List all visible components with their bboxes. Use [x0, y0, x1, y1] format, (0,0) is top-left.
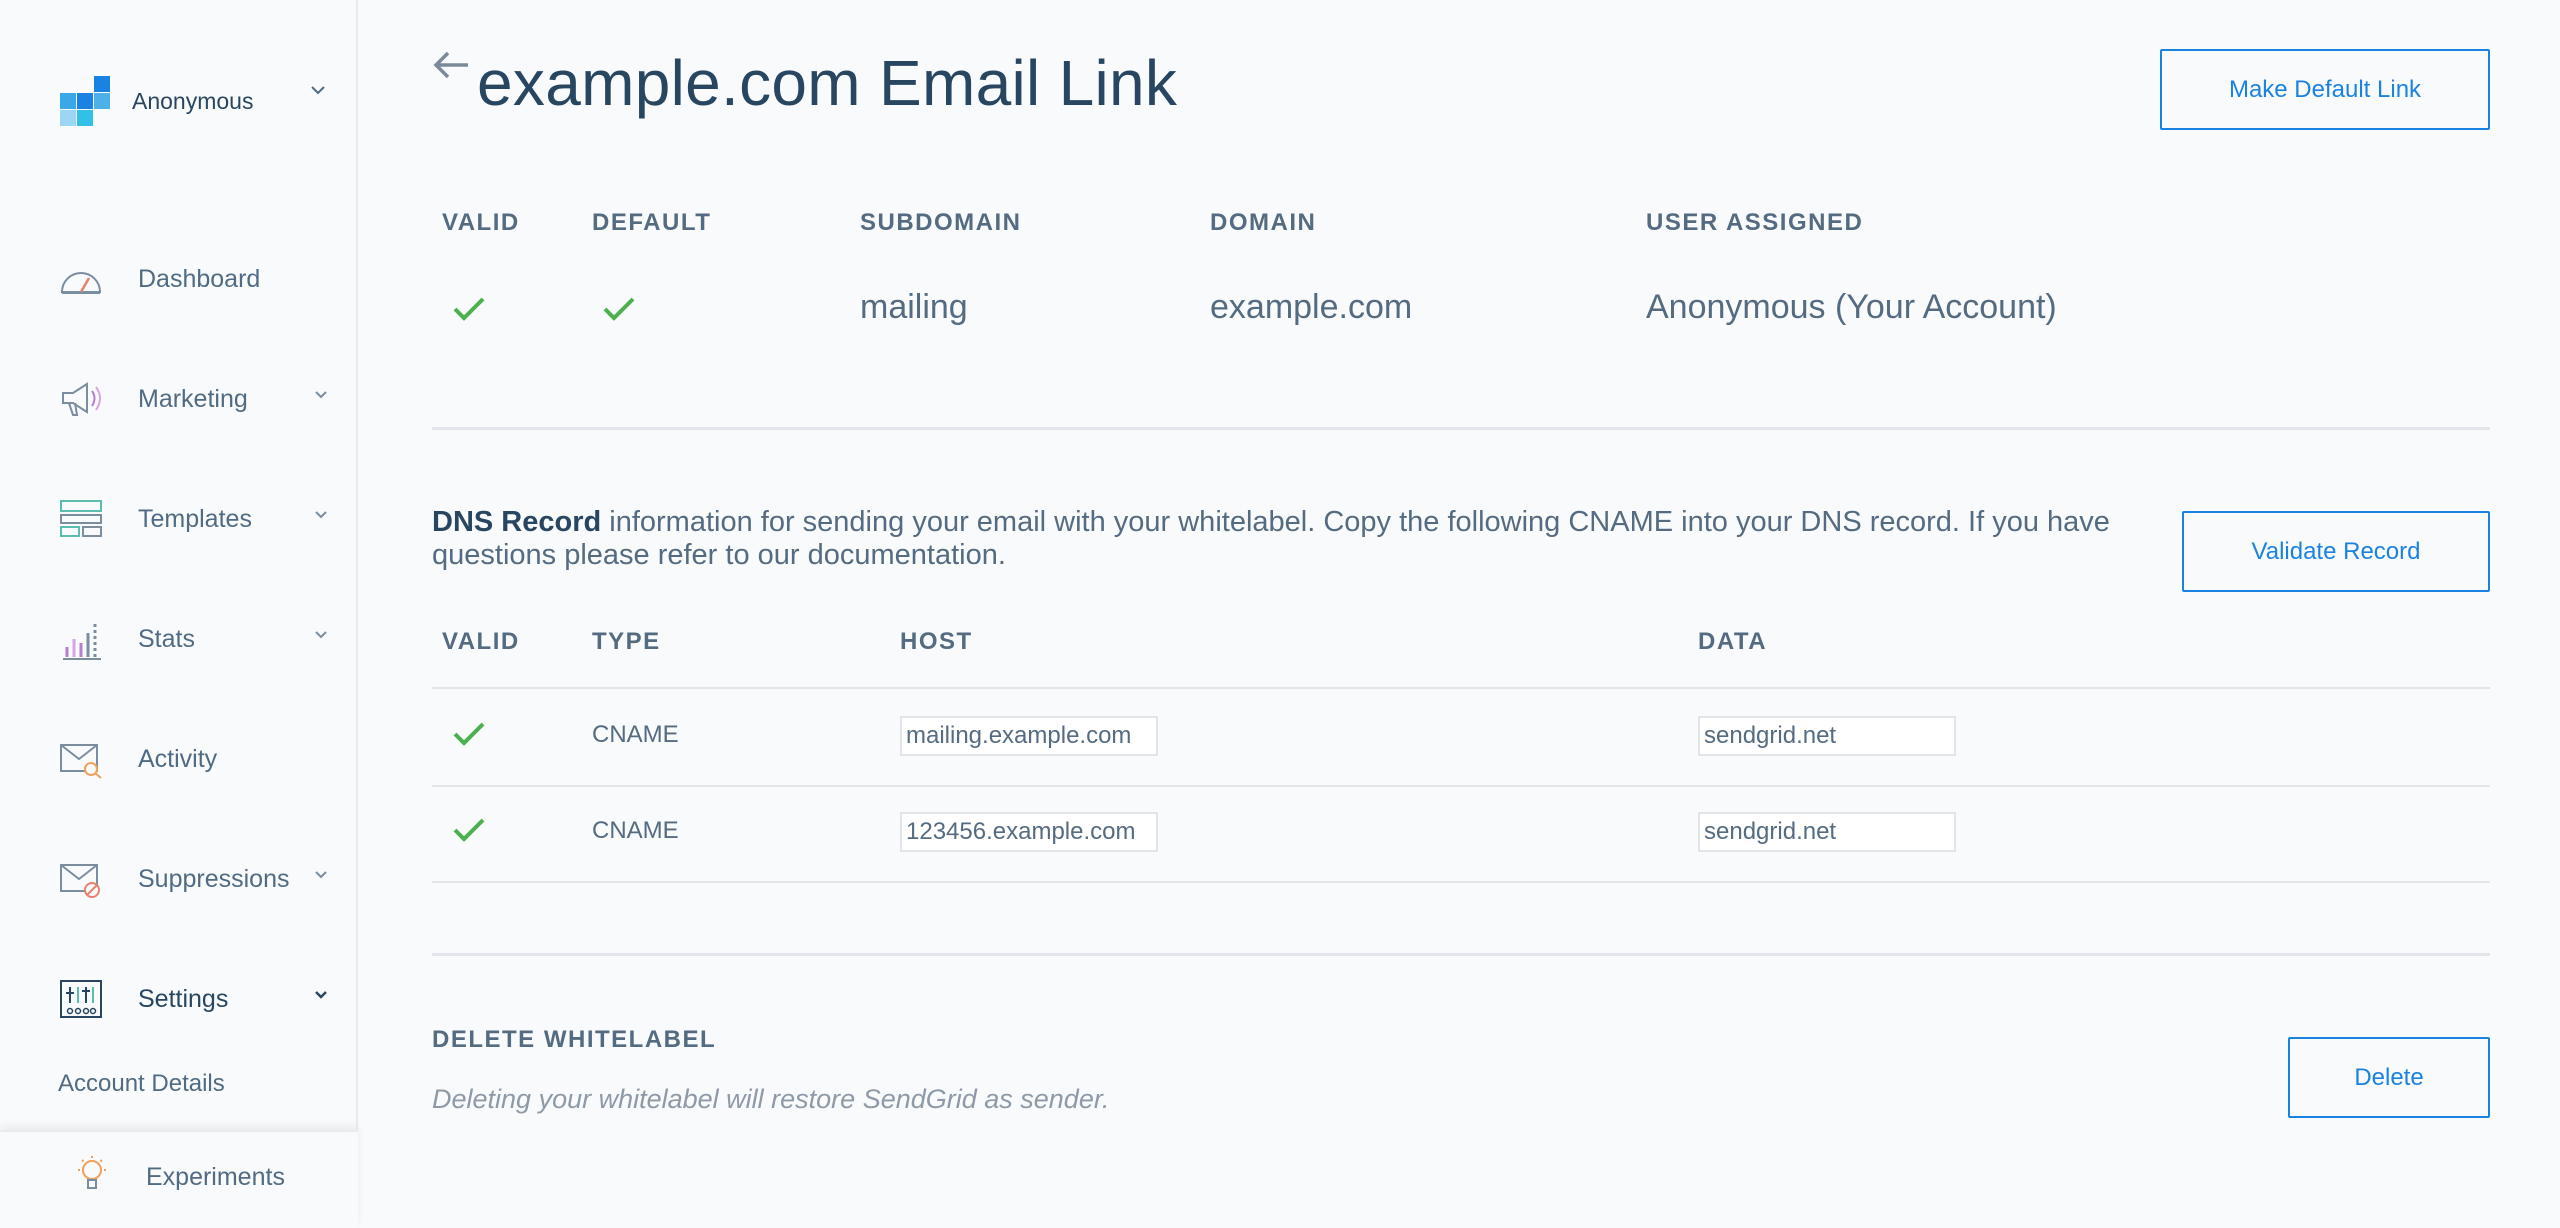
make-default-link-button[interactable]: Make Default Link	[2160, 49, 2490, 130]
sidebar-item-settings[interactable]: Settings	[58, 974, 328, 1024]
host-field[interactable]: 123456.example.com	[900, 812, 1158, 852]
column-header-domain: DOMAIN	[1210, 209, 1317, 236]
stats-chart-icon	[58, 616, 104, 662]
chevron-down-icon	[314, 626, 328, 644]
record-type: CNAME	[592, 817, 679, 844]
record-type: CNAME	[592, 721, 679, 748]
column-header-subdomain: SUBDOMAIN	[860, 209, 1022, 236]
sidebar-item-label: Activity	[138, 744, 218, 773]
sidebar-item-dashboard[interactable]: Dashboard	[58, 254, 328, 304]
valid-check-icon	[452, 817, 486, 848]
data-field[interactable]: sendgrid.net	[1698, 716, 1956, 756]
sidebar-subitem-account-details[interactable]: Account Details	[58, 1070, 225, 1098]
section-divider	[432, 953, 2490, 956]
column-header-data: DATA	[1698, 628, 1768, 655]
sidebar-item-label: Settings	[138, 984, 229, 1013]
back-arrow-icon[interactable]	[432, 50, 470, 85]
sidebar-item-label: Marketing	[138, 384, 248, 413]
chevron-down-icon	[314, 506, 328, 524]
sidebar-item-stats[interactable]: Stats	[58, 614, 328, 664]
sidebar-item-label: Templates	[138, 504, 252, 533]
delete-button[interactable]: Delete	[2288, 1037, 2490, 1118]
column-header-valid: VALID	[442, 209, 520, 236]
chevron-down-icon	[314, 866, 328, 884]
megaphone-icon	[58, 376, 104, 422]
host-field[interactable]: mailing.example.com	[900, 716, 1158, 756]
data-field[interactable]: sendgrid.net	[1698, 812, 1956, 852]
activity-mail-search-icon	[58, 736, 104, 782]
dns-record-label: DNS Record	[432, 506, 602, 538]
sidebar-item-label: Dashboard	[138, 264, 261, 293]
sidebar-item-marketing[interactable]: Marketing	[58, 374, 328, 424]
validate-record-button[interactable]: Validate Record	[2182, 511, 2490, 592]
sidebar-item-label: Suppressions	[138, 864, 290, 893]
valid-check-icon	[452, 721, 486, 752]
sidebar-item-label: Experiments	[146, 1163, 285, 1191]
sidebar-item-experiments[interactable]: Experiments	[74, 1154, 285, 1201]
sidebar: Anonymous Dashboard Marketing Templates …	[0, 0, 358, 1228]
column-header-default: DEFAULT	[592, 209, 712, 236]
column-header-type: TYPE	[592, 628, 661, 655]
account-switcher[interactable]: Anonymous	[60, 76, 325, 126]
column-header-host: HOST	[900, 628, 973, 655]
table-divider	[432, 687, 2490, 689]
table-divider	[432, 881, 2490, 883]
table-divider	[432, 785, 2490, 787]
chevron-down-icon	[310, 82, 326, 100]
default-check-icon	[602, 296, 636, 327]
delete-whitelabel-note: Deleting your whitelabel will restore Se…	[432, 1084, 1110, 1114]
column-header-valid: VALID	[442, 628, 520, 655]
dns-record-description: DNS Record information for sending your …	[432, 506, 2162, 572]
dashboard-gauge-icon	[58, 256, 104, 302]
sendgrid-logo-icon	[60, 76, 110, 126]
templates-icon	[58, 496, 104, 542]
delete-whitelabel-title: DELETE WHITELABEL	[432, 1026, 717, 1053]
chevron-down-icon	[314, 986, 328, 1004]
lightbulb-icon	[74, 1154, 110, 1201]
dns-record-text: information for sending your email with …	[432, 506, 2110, 571]
sidebar-item-suppressions[interactable]: Suppressions	[58, 854, 328, 904]
suppressions-mail-block-icon	[58, 856, 104, 902]
valid-check-icon	[452, 296, 486, 327]
subdomain-value: mailing	[860, 288, 968, 326]
main-content: example.com Email Link Make Default Link…	[432, 0, 2490, 1228]
sidebar-bottom-bar: Experiments	[0, 1130, 358, 1228]
sidebar-item-activity[interactable]: Activity	[58, 734, 328, 784]
account-name: Anonymous	[132, 87, 254, 114]
section-divider	[432, 427, 2490, 430]
page-title: example.com Email Link	[477, 47, 1178, 119]
sidebar-item-label: Stats	[138, 624, 195, 653]
chevron-down-icon	[314, 386, 328, 404]
user-assigned-value: Anonymous (Your Account)	[1646, 288, 2057, 326]
sidebar-item-templates[interactable]: Templates	[58, 494, 328, 544]
settings-sliders-icon	[58, 976, 104, 1022]
domain-value: example.com	[1210, 288, 1413, 326]
column-header-user-assigned: USER ASSIGNED	[1646, 209, 1864, 236]
